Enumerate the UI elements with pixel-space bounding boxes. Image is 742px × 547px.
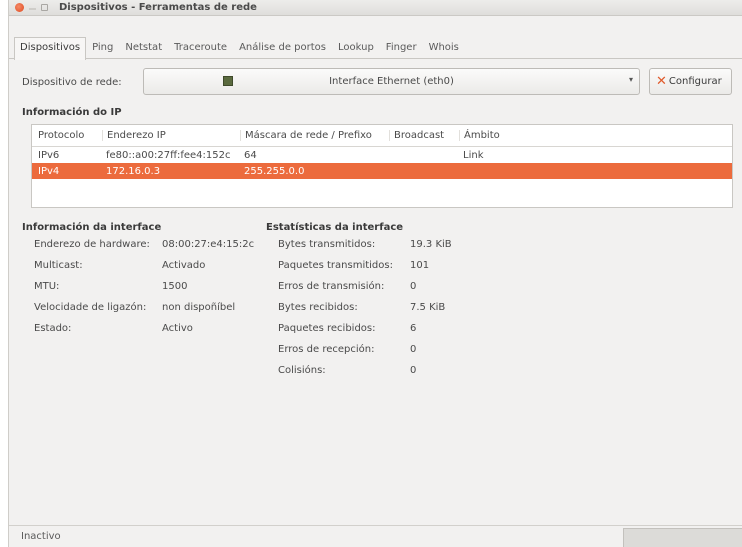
cell-protocol: IPv4 xyxy=(38,165,60,177)
info-row: Velocidade de ligazón: non dispoñíbel xyxy=(34,297,274,318)
column-header-netmask[interactable]: Máscara de rede / Prefixo xyxy=(240,130,389,141)
stat-value: 0 xyxy=(410,344,417,355)
device-select[interactable]: Interface Ethernet (eth0) ▾ xyxy=(143,68,640,95)
info-key: MTU: xyxy=(34,281,60,292)
cell-scope: Link xyxy=(463,149,484,161)
stat-key: Paquetes recibidos: xyxy=(278,323,376,334)
info-key: Multicast: xyxy=(34,260,83,271)
cell-netmask: 255.255.0.0 xyxy=(244,165,305,177)
stat-key: Bytes transmitidos: xyxy=(278,239,376,250)
info-value: 1500 xyxy=(162,281,188,292)
stat-row: Erros de transmisión: 0 xyxy=(278,276,478,297)
stat-key: Paquetes transmitidos: xyxy=(278,260,393,271)
column-header-address[interactable]: Enderezo IP xyxy=(102,130,240,141)
interface-info-title: Información da interface xyxy=(22,222,162,233)
info-value: Activado xyxy=(162,260,206,271)
info-key: Velocidade de ligazón: xyxy=(34,302,147,313)
stat-value: 6 xyxy=(410,323,417,334)
stat-key: Colisións: xyxy=(278,365,326,376)
tools-icon: ✕ xyxy=(656,74,667,89)
column-header-broadcast[interactable]: Broadcast xyxy=(389,130,459,141)
tab-analise-portos[interactable]: Análise de portos xyxy=(233,37,332,59)
status-progress-bar xyxy=(623,528,742,547)
info-row: Enderezo de hardware: 08:00:27:e4:15:2c xyxy=(34,234,274,255)
stat-value: 0 xyxy=(410,281,417,292)
tab-ping[interactable]: Ping xyxy=(86,37,119,59)
info-value: Activo xyxy=(162,323,193,334)
tab-dispositivos[interactable]: Dispositivos xyxy=(14,37,87,60)
tab-bar: Dispositivos Ping Netstat Traceroute Aná… xyxy=(9,37,742,60)
info-value: 08:00:27:e4:15:2c xyxy=(162,239,255,250)
dropdown-arrow-icon: ▾ xyxy=(628,75,633,84)
minimize-icon[interactable] xyxy=(29,8,36,10)
table-row-selected[interactable]: IPv4 172.16.0.3 255.255.0.0 xyxy=(32,163,732,179)
stat-row: Paquetes recibidos: 6 xyxy=(278,318,478,339)
interface-stats-list: Bytes transmitidos: 19.3 KiB Paquetes tra… xyxy=(278,234,478,381)
info-key: Enderezo de hardware: xyxy=(34,239,150,250)
stat-row: Paquetes transmitidos: 101 xyxy=(278,255,478,276)
ip-info-title: Información do IP xyxy=(22,107,122,118)
stat-row: Bytes transmitidos: 19.3 KiB xyxy=(278,234,478,255)
info-value: non dispoñíbel xyxy=(162,302,236,313)
stat-key: Erros de recepción: xyxy=(278,344,375,355)
configure-button-label: Configurar xyxy=(668,76,722,87)
maximize-icon[interactable] xyxy=(41,4,48,11)
close-icon[interactable] xyxy=(15,3,24,12)
cell-address: 172.16.0.3 xyxy=(106,165,161,177)
title-bar: Dispositivos - Ferramentas de rede xyxy=(9,0,742,16)
configure-button[interactable]: ✕ Configurar xyxy=(649,68,732,95)
stat-value: 19.3 KiB xyxy=(410,239,452,250)
stat-value: 0 xyxy=(410,365,417,376)
device-selected-value: Interface Ethernet (eth0) xyxy=(329,76,454,87)
interface-info-list: Enderezo de hardware: 08:00:27:e4:15:2c M… xyxy=(34,234,274,339)
device-label: Dispositivo de rede: xyxy=(22,77,122,88)
column-header-scope[interactable]: Ámbito xyxy=(459,130,732,141)
info-key: Estado: xyxy=(34,323,72,334)
stat-value: 101 xyxy=(410,260,430,271)
tab-whois[interactable]: Whois xyxy=(423,37,465,59)
stat-row: Bytes recibidos: 7.5 KiB xyxy=(278,297,478,318)
info-row: Multicast: Activado xyxy=(34,255,274,276)
stat-value: 7.5 KiB xyxy=(410,302,446,313)
status-bar: Inactivo xyxy=(9,525,742,547)
cell-address: fe80::a00:27ff:fee4:152c xyxy=(106,149,231,161)
stat-row: Colisións: 0 xyxy=(278,360,478,381)
stat-key: Erros de transmisión: xyxy=(278,281,385,292)
window-title: Dispositivos - Ferramentas de rede xyxy=(59,2,257,13)
tab-finger[interactable]: Finger xyxy=(380,37,423,59)
ip-table-header: Protocolo Enderezo IP Máscara de rede / … xyxy=(32,125,732,147)
tab-lookup[interactable]: Lookup xyxy=(332,37,380,59)
info-row: Estado: Activo xyxy=(34,318,274,339)
table-row[interactable]: IPv6 fe80::a00:27ff:fee4:152c 64 Link xyxy=(32,147,732,163)
info-row: MTU: 1500 xyxy=(34,276,274,297)
status-text: Inactivo xyxy=(21,531,61,542)
stat-row: Erros de recepción: 0 xyxy=(278,339,478,360)
tab-netstat[interactable]: Netstat xyxy=(119,37,168,59)
ip-table: Protocolo Enderezo IP Máscara de rede / … xyxy=(31,124,733,208)
interface-stats-title: Estatísticas da interface xyxy=(266,222,404,233)
cell-protocol: IPv6 xyxy=(38,149,60,161)
column-header-protocol[interactable]: Protocolo xyxy=(32,130,102,141)
cell-netmask: 64 xyxy=(244,149,257,161)
app-window: Dispositivos - Ferramentas de rede Dispo… xyxy=(8,0,742,547)
tab-traceroute[interactable]: Traceroute xyxy=(168,37,233,59)
stat-key: Bytes recibidos: xyxy=(278,302,358,313)
